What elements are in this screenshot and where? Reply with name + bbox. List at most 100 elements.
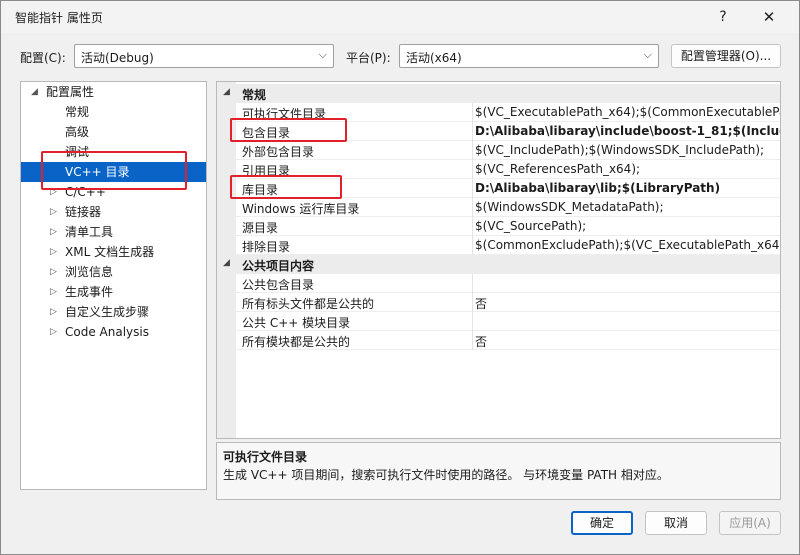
- collapsed-arrow-icon: ▷: [50, 267, 57, 277]
- collapsed-arrow-icon: ▷: [50, 287, 57, 297]
- property-value: 否: [475, 335, 488, 349]
- tree-item-custom-build-step[interactable]: ▷ 自定义生成步骤: [21, 302, 206, 322]
- collapsed-arrow-icon: ▷: [50, 207, 57, 217]
- property-row-public-include-dirs[interactable]: 公共包含目录: [236, 274, 780, 293]
- property-row-reference-dirs[interactable]: 引用目录 $(VC_ReferencesPath_x64);: [236, 160, 780, 179]
- property-row-all-modules-public[interactable]: 所有模块都是公共的 否: [236, 331, 780, 350]
- description-text: 生成 VC++ 项目期间，搜索可执行文件时使用的路径。 与环境变量 PATH 相…: [223, 468, 669, 482]
- tree-item-c-cpp[interactable]: ▷ C/C++: [21, 182, 206, 202]
- tree-item-manifest-tool[interactable]: ▷ 清单工具: [21, 222, 206, 242]
- collapsed-arrow-icon: ▷: [50, 247, 57, 257]
- tree-item-vc-directories[interactable]: VC++ 目录: [21, 162, 206, 182]
- property-name: 排除目录: [242, 240, 291, 254]
- property-name: 所有标头文件都是公共的: [242, 297, 375, 311]
- category-general[interactable]: ◢ 常规: [217, 84, 780, 103]
- config-dropdown[interactable]: 活动(Debug) ⌵: [74, 44, 334, 68]
- tree-item-label: 清单工具: [65, 225, 114, 239]
- tree-item-label: C/C++: [65, 185, 106, 199]
- property-value: $(WindowsSDK_MetadataPath);: [475, 200, 664, 214]
- property-row-winrt-dirs[interactable]: Windows 运行库目录 $(WindowsSDK_MetadataPath)…: [236, 198, 780, 217]
- property-value: D:\Alibaba\libaray\lib;$(LibraryPath): [475, 181, 721, 195]
- property-name: 源目录: [242, 221, 279, 235]
- tree-item-linker[interactable]: ▷ 链接器: [21, 202, 206, 222]
- column-divider: [472, 103, 473, 122]
- tree-item-label: 常规: [65, 105, 90, 119]
- platform-label: 平台(P):: [346, 51, 391, 65]
- tree-item-label: XML 文档生成器: [65, 245, 155, 259]
- window-title: 智能指针 属性页: [15, 11, 103, 25]
- collapsed-arrow-icon: ▷: [50, 327, 57, 337]
- property-row-source-dirs[interactable]: 源目录 $(VC_SourcePath);: [236, 217, 780, 236]
- tree-item-label: VC++ 目录: [65, 165, 130, 179]
- column-divider: [472, 198, 473, 217]
- tree-root[interactable]: ◢ 配置属性: [21, 82, 206, 102]
- column-divider: [472, 122, 473, 141]
- tree-item-advanced[interactable]: 高级: [21, 122, 206, 142]
- property-value: $(VC_IncludePath);$(WindowsSDK_IncludePa…: [475, 143, 765, 157]
- config-value: 活动(Debug): [81, 51, 154, 65]
- category-public-project-content[interactable]: ◢ 公共项目内容: [217, 255, 780, 274]
- property-row-library-dirs[interactable]: 库目录 D:\Alibaba\libaray\lib;$(LibraryPath…: [236, 179, 780, 198]
- column-divider: [472, 274, 473, 293]
- platform-value: 活动(x64): [406, 51, 462, 65]
- property-value: $(VC_SourcePath);: [475, 219, 587, 233]
- tree-item-code-analysis[interactable]: ▷ Code Analysis: [21, 322, 206, 342]
- column-divider: [472, 331, 473, 350]
- column-divider: [472, 141, 473, 160]
- property-row-public-module-dirs[interactable]: 公共 C++ 模块目录: [236, 312, 780, 331]
- description-title: 可执行文件目录: [223, 450, 308, 464]
- tree-item-xml-doc-generator[interactable]: ▷ XML 文档生成器: [21, 242, 206, 262]
- chevron-down-icon: ⌵: [318, 48, 327, 61]
- tree-item-debugging[interactable]: 调试: [21, 142, 206, 162]
- property-name: 包含目录: [242, 126, 291, 140]
- property-row-executable-dirs[interactable]: 可执行文件目录 $(VC_ExecutablePath_x64);$(Commo…: [236, 103, 780, 122]
- column-divider: [472, 217, 473, 236]
- property-value: D:\Alibaba\libaray\include\boost-1_81;$(…: [475, 124, 780, 138]
- tree-item-browse-info[interactable]: ▷ 浏览信息: [21, 262, 206, 282]
- description-pane: 可执行文件目录 生成 VC++ 项目期间，搜索可执行文件时使用的路径。 与环境变…: [216, 442, 781, 500]
- property-name: Windows 运行库目录: [242, 202, 360, 216]
- help-button[interactable]: ?: [703, 5, 743, 29]
- column-divider: [472, 312, 473, 331]
- column-divider: [472, 160, 473, 179]
- property-tree: ◢ 配置属性 常规 高级 调试 VC++ 目录 ▷ C/C++ ▷ 链接器 ▷ …: [20, 81, 207, 490]
- tree-item-label: 链接器: [65, 205, 102, 219]
- property-name: 引用目录: [242, 164, 291, 178]
- column-divider: [472, 236, 473, 255]
- cancel-button[interactable]: 取消: [645, 511, 707, 535]
- tree-item-build-events[interactable]: ▷ 生成事件: [21, 282, 206, 302]
- chevron-down-icon: ⌵: [643, 48, 652, 61]
- tree-root-label: 配置属性: [46, 85, 95, 99]
- property-name: 库目录: [242, 183, 279, 197]
- platform-dropdown[interactable]: 活动(x64) ⌵: [399, 44, 659, 68]
- property-name: 公共包含目录: [242, 278, 315, 292]
- collapsed-arrow-icon: ▷: [50, 307, 57, 317]
- button-bar: 确定 取消 应用(A): [1, 501, 799, 554]
- property-name: 所有模块都是公共的: [242, 335, 351, 349]
- column-divider: [472, 293, 473, 312]
- close-button[interactable]: ✕: [749, 5, 789, 29]
- tree-item-label: 生成事件: [65, 285, 114, 299]
- config-manager-button[interactable]: 配置管理器(O)...: [671, 44, 781, 68]
- property-row-all-headers-public[interactable]: 所有标头文件都是公共的 否: [236, 293, 780, 312]
- expanded-arrow-icon: ◢: [223, 87, 230, 97]
- tree-item-general[interactable]: 常规: [21, 102, 206, 122]
- property-row-exclude-dirs[interactable]: 排除目录 $(CommonExcludePath);$(VC_Executabl…: [236, 236, 780, 255]
- apply-button[interactable]: 应用(A): [719, 511, 781, 535]
- category-label: 常规: [242, 88, 267, 102]
- tree-item-label: 高级: [65, 125, 90, 139]
- ok-button[interactable]: 确定: [571, 511, 633, 535]
- property-value: 否: [475, 297, 488, 311]
- property-row-include-dirs[interactable]: 包含目录 D:\Alibaba\libaray\include\boost-1_…: [236, 122, 780, 141]
- tree-item-label: Code Analysis: [65, 325, 149, 339]
- column-divider: [472, 179, 473, 198]
- tree-item-label: 调试: [65, 145, 90, 159]
- tree-item-label: 浏览信息: [65, 265, 114, 279]
- property-value: $(VC_ReferencesPath_x64);: [475, 162, 641, 176]
- config-label: 配置(C):: [20, 51, 66, 65]
- property-name: 外部包含目录: [242, 145, 315, 159]
- property-name: 公共 C++ 模块目录: [242, 316, 351, 330]
- property-row-external-include-dirs[interactable]: 外部包含目录 $(VC_IncludePath);$(WindowsSDK_In…: [236, 141, 780, 160]
- property-name: 可执行文件目录: [242, 107, 327, 121]
- property-grid: ◢ 常规 可执行文件目录 $(VC_ExecutablePath_x64);$(…: [216, 81, 781, 439]
